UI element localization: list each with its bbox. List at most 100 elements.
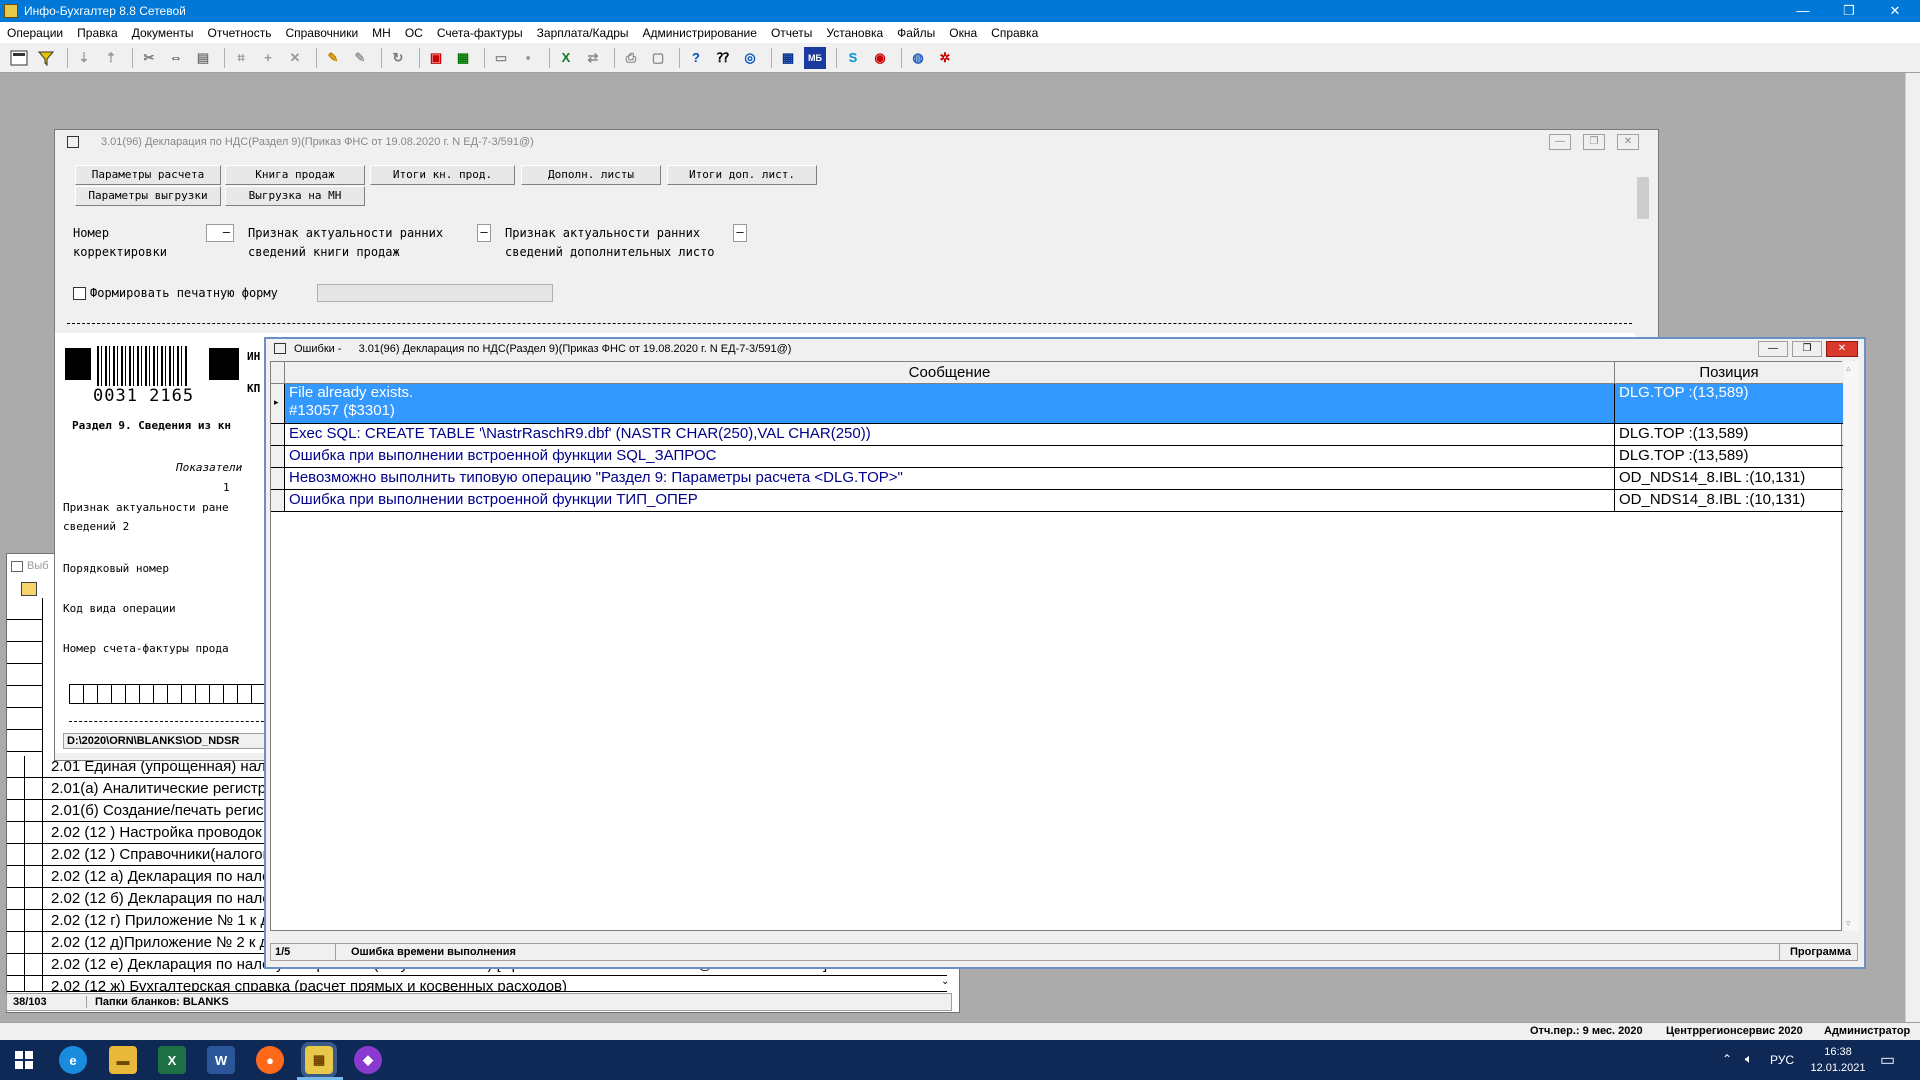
mark-icon[interactable]: ✎	[322, 47, 344, 69]
menu-documents[interactable]: Документы	[125, 26, 201, 40]
sort-asc-icon[interactable]: ⇣	[73, 47, 95, 69]
firefox-icon[interactable]: ●	[256, 1046, 284, 1074]
compass-icon[interactable]: ◎	[739, 47, 761, 69]
filter-icon[interactable]	[35, 47, 57, 69]
menu-os[interactable]: ОС	[398, 26, 430, 40]
find-icon[interactable]: ⇔	[165, 47, 187, 69]
chevron-down-icon[interactable]: ⌄	[941, 976, 949, 987]
unmark-icon[interactable]: ✎	[349, 47, 371, 69]
errors-scrollbar[interactable]: ▵ ▿	[1844, 361, 1858, 931]
extra-totals-button[interactable]: Итоги доп. лист.	[667, 165, 817, 185]
error-row[interactable]: Ошибка при выполнении встроенной функции…	[271, 490, 1843, 512]
error-row[interactable]: Exec SQL: CREATE TABLE '\NastrRaschR9.db…	[271, 424, 1843, 446]
table-icon[interactable]: ▦	[452, 47, 474, 69]
word-icon[interactable]: W	[207, 1046, 235, 1074]
app-status-bar: Отч.пер.: 9 мес. 2020 Центррегионсервис …	[0, 1022, 1920, 1040]
calculator-icon[interactable]	[8, 47, 30, 69]
clock[interactable]: 16:38 12.01.2021	[1808, 1044, 1868, 1076]
chat-icon[interactable]: ◉	[869, 47, 891, 69]
edge-icon[interactable]: e	[59, 1046, 87, 1074]
extra-sheets-button[interactable]: Дополн. листы	[521, 165, 661, 185]
errors-count: 1/5	[275, 946, 291, 958]
scroll-down-icon[interactable]: ▿	[1846, 918, 1851, 929]
menu-invoices[interactable]: Счета-фактуры	[430, 26, 530, 40]
app-minimize-button[interactable]: —	[1780, 0, 1826, 22]
actuality-sales-field[interactable]: –	[477, 224, 491, 242]
pdf-icon[interactable]: ▣	[425, 47, 447, 69]
app-vertical-scrollbar[interactable]	[1905, 73, 1920, 1030]
sort-desc-icon[interactable]: ⇡	[100, 47, 122, 69]
menu-operations[interactable]: Операции	[0, 26, 70, 40]
mb-icon[interactable]: МБ	[804, 46, 826, 69]
file-explorer-icon[interactable]: ▬	[109, 1046, 137, 1074]
add-icon[interactable]: +	[257, 47, 279, 69]
skype-icon[interactable]: S	[842, 47, 864, 69]
correction-number-field[interactable]: –	[206, 224, 234, 242]
declaration-close-button[interactable]: ✕	[1617, 134, 1639, 150]
chevron-up-icon[interactable]: ⌃	[1722, 1052, 1732, 1066]
menu-bar: Операции Правка Документы Отчетность Спр…	[0, 22, 1920, 43]
declaration-minimize-button[interactable]: —	[1549, 134, 1571, 150]
language-indicator[interactable]: РУС	[1770, 1053, 1794, 1067]
open-icon[interactable]: ▭	[490, 47, 512, 69]
error-position: DLG.TOP :(13,589)	[1619, 425, 1749, 442]
errors-close-button[interactable]: ✕	[1826, 341, 1858, 357]
column-header-position[interactable]: Позиция	[1615, 362, 1843, 384]
actuality-extra-field[interactable]: –	[733, 224, 747, 242]
error-row[interactable]: ▸ File already exists. #13057 ($3301) DLG…	[271, 384, 1843, 424]
notifications-icon[interactable]: ▭	[1880, 1050, 1895, 1070]
print-form-path-field[interactable]	[317, 284, 553, 302]
app-restore-button[interactable]: ❐	[1826, 0, 1872, 22]
volume-icon[interactable]: 🔈︎	[1745, 1051, 1753, 1067]
sales-totals-button[interactable]: Итоги кн. прод.	[370, 165, 515, 185]
cut-icon[interactable]: ✂	[138, 47, 160, 69]
menu-help[interactable]: Справка	[984, 26, 1045, 40]
preview-icon[interactable]: ▢	[647, 47, 669, 69]
menu-mn[interactable]: МН	[365, 26, 398, 40]
list-item[interactable]: 2.02 (12 ж) Бухгалтерская справка (расче…	[7, 976, 947, 992]
error-row[interactable]: Невозможно выполнить типовую операцию "Р…	[271, 468, 1843, 490]
menu-admin[interactable]: Администрирование	[636, 26, 764, 40]
excel-icon[interactable]: X	[555, 47, 577, 69]
declaration-restore-button[interactable]: ❐	[1583, 134, 1605, 150]
menu-reporting[interactable]: Отчетность	[201, 26, 279, 40]
paste-icon[interactable]: ▤	[192, 47, 214, 69]
excel-icon[interactable]: X	[158, 1046, 186, 1074]
delete-icon[interactable]: ✕	[284, 47, 306, 69]
menu-edit[interactable]: Правка	[70, 26, 125, 40]
menu-windows[interactable]: Окна	[942, 26, 984, 40]
save-icon[interactable]: ▪	[517, 47, 539, 69]
help-icon[interactable]: ?	[685, 47, 707, 69]
export-mn-button[interactable]: Выгрузка на МН	[225, 186, 365, 206]
print-icon[interactable]: ⎙	[620, 47, 642, 69]
error-row[interactable]: Ошибка при выполнении встроенной функции…	[271, 446, 1843, 468]
column-header-message[interactable]: Сообщение	[285, 362, 1615, 384]
menu-files[interactable]: Файлы	[890, 26, 942, 40]
app-drop-icon[interactable]: ◆	[354, 1046, 382, 1074]
sales-book-button[interactable]: Книга продаж	[225, 165, 365, 185]
print-form-checkbox[interactable]	[73, 287, 86, 300]
params-export-button[interactable]: Параметры выгрузки	[75, 186, 221, 206]
menu-reports[interactable]: Отчеты	[764, 26, 819, 40]
app-close-button[interactable]: ✕	[1872, 0, 1918, 22]
errors-restore-button[interactable]: ❐	[1792, 341, 1822, 357]
folder-icon[interactable]	[21, 582, 37, 596]
transfer-icon[interactable]: ⇄	[582, 47, 604, 69]
scroll-up-icon[interactable]: ▵	[1846, 363, 1851, 374]
network-icon[interactable]: ✲	[934, 47, 956, 69]
stamp-icon[interactable]: ⌗	[230, 47, 252, 69]
menu-salary[interactable]: Зарплата/Кадры	[530, 26, 636, 40]
refresh-icon[interactable]: ↻	[387, 47, 409, 69]
declaration-scroll-thumb[interactable]	[1637, 177, 1649, 219]
menu-settings[interactable]: Установка	[819, 26, 890, 40]
info-buhgalter-icon[interactable]: ▦	[305, 1046, 333, 1074]
params-calc-button[interactable]: Параметры расчета	[75, 165, 221, 185]
context-help-icon[interactable]: ⁇	[712, 47, 734, 69]
windows-start-icon[interactable]	[10, 1046, 38, 1074]
errors-minimize-button[interactable]: —	[1758, 341, 1788, 357]
calendar-icon[interactable]: ▦	[777, 47, 799, 69]
menu-references[interactable]: Справочники	[278, 26, 365, 40]
invoice-number-cells	[69, 684, 269, 704]
correction-label: Номер корректировки	[73, 226, 167, 259]
globe-icon[interactable]: ◍	[907, 47, 929, 69]
